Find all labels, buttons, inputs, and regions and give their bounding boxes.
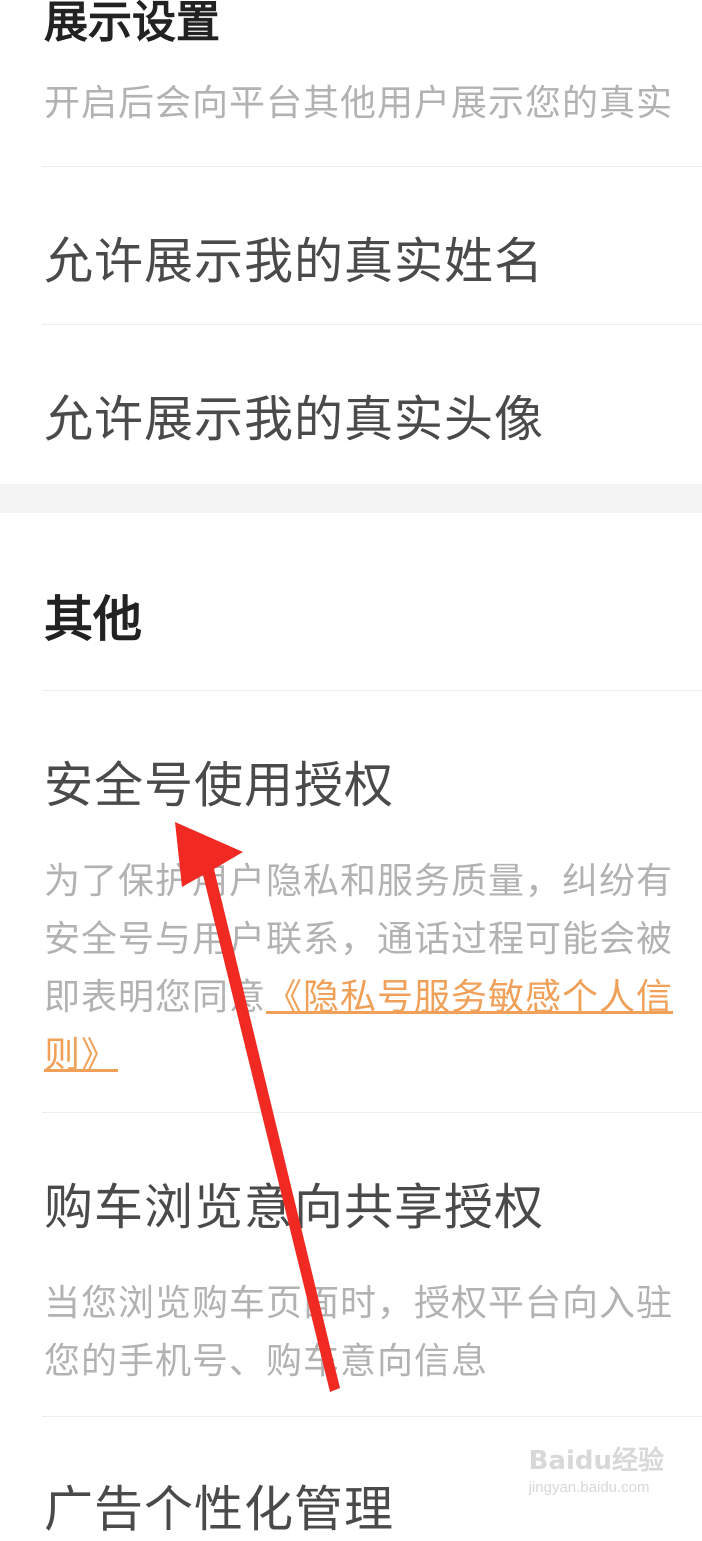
watermark-url: jingyan.baidu.com: [528, 1479, 650, 1496]
watermark-logo: Baidu经验: [528, 1446, 664, 1476]
annotation-arrow-icon: [175, 822, 340, 1392]
baidu-jingyan-watermark: Baidu经验 jingyan.baidu.com: [529, 1440, 664, 1496]
